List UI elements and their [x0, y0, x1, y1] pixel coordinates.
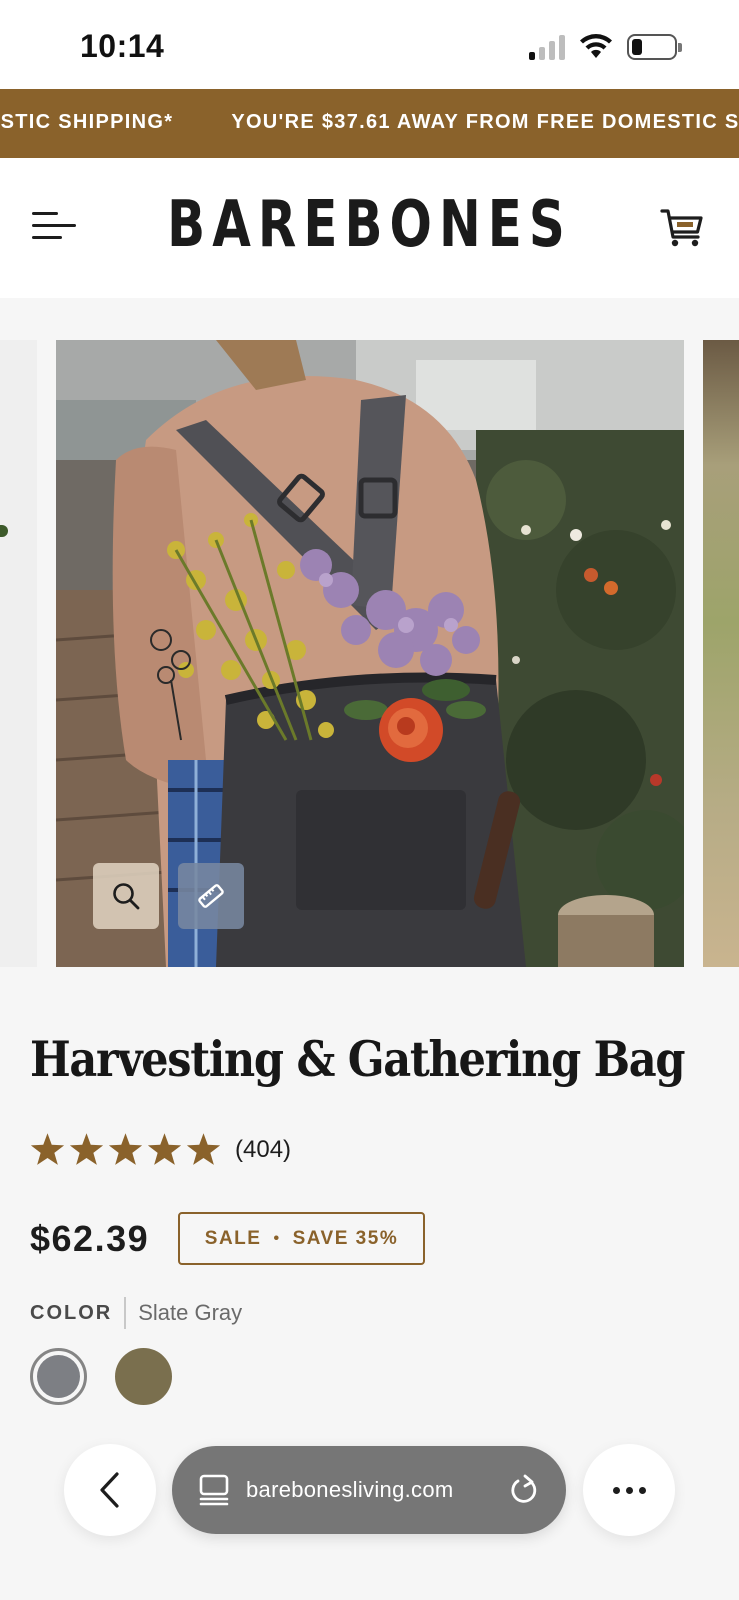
ruler-icon	[198, 884, 224, 908]
color-divider	[124, 1297, 127, 1329]
gallery-next-slide[interactable]	[703, 340, 739, 967]
star-rating	[30, 1133, 221, 1167]
address-bar[interactable]: barebonesliving.com	[172, 1446, 566, 1534]
browser-back-button[interactable]	[64, 1444, 156, 1536]
status-time: 10:14	[80, 28, 165, 64]
more-dots-icon[interactable]	[583, 1444, 675, 1536]
review-count[interactable]: (404)	[235, 1136, 291, 1164]
page-menu-icon[interactable]	[198, 1473, 230, 1507]
cart-icon[interactable]	[659, 204, 705, 250]
promo-text-partial: ESTIC SHIPPING*	[0, 111, 174, 133]
battery-icon	[627, 34, 682, 60]
sale-badge: SALE • SAVE 35%	[178, 1212, 425, 1265]
star-icon	[186, 1133, 221, 1165]
status-indicators	[529, 34, 682, 60]
color-label: COLOR	[30, 1301, 113, 1324]
star-icon	[69, 1133, 104, 1165]
chevron-left-icon	[100, 1472, 119, 1508]
product-image[interactable]	[56, 340, 684, 967]
save-label: SAVE 35%	[292, 1227, 399, 1249]
status-bar: 10:14	[0, 0, 739, 90]
selected-color-value: Slate Gray	[138, 1300, 243, 1325]
color-selector-label: COLOR Slate Gray	[30, 1297, 242, 1329]
sale-label: SALE	[204, 1227, 262, 1249]
url-text[interactable]: barebonesliving.com	[246, 1477, 508, 1503]
brand-logo[interactable]: BAREBONES	[81, 188, 657, 262]
promo-text: YOU'RE $37.61 AWAY FROM FREE DOMESTIC SH…	[231, 111, 739, 133]
color-swatch-slate-gray[interactable]	[30, 1348, 87, 1405]
product-rating[interactable]: (404)	[30, 1133, 291, 1167]
product-title: Harvesting & Gathering Bag	[30, 1030, 686, 1088]
reload-icon[interactable]	[508, 1473, 540, 1507]
star-icon	[30, 1133, 65, 1165]
gallery-prev-slide[interactable]	[0, 340, 37, 967]
cellular-signal-icon	[529, 34, 565, 60]
star-icon	[147, 1133, 182, 1165]
hamburger-menu-icon[interactable]	[32, 210, 78, 242]
star-icon	[108, 1133, 143, 1165]
product-gallery[interactable]	[0, 340, 739, 967]
site-header: BAREBONES	[0, 158, 739, 298]
color-swatch-olive[interactable]	[115, 1348, 172, 1405]
sale-separator: •	[273, 1229, 281, 1247]
product-price: $62.39	[30, 1218, 150, 1259]
size-guide-button[interactable]	[178, 863, 244, 929]
wifi-icon	[580, 34, 612, 58]
promo-banner[interactable]: ESTIC SHIPPING* YOU'RE $37.61 AWAY FROM …	[0, 89, 739, 158]
search-icon	[113, 883, 140, 910]
zoom-button[interactable]	[93, 863, 159, 929]
